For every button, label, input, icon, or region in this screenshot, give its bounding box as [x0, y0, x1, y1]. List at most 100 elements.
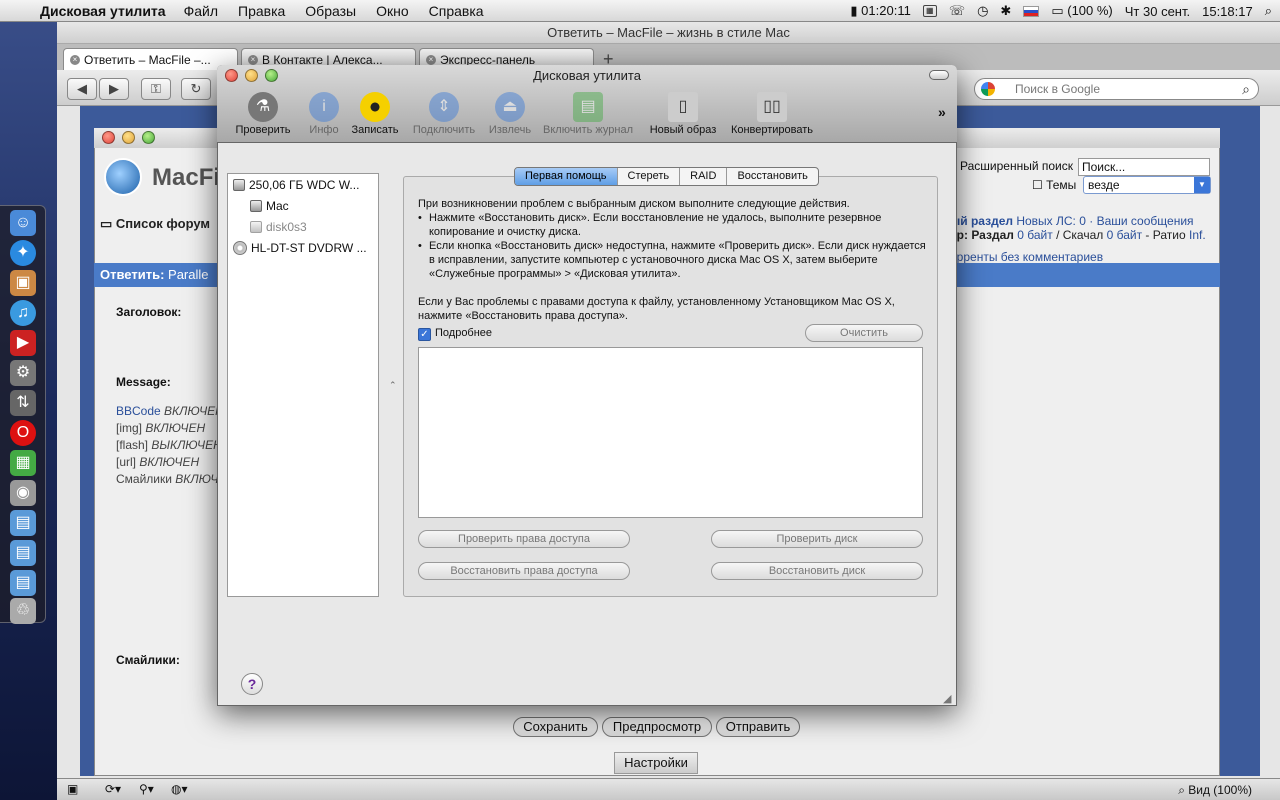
volume-icon	[250, 200, 262, 212]
app-icon[interactable]: ▦	[10, 450, 36, 476]
disk-list[interactable]: 250,06 ГБ WDC W... Mac disk0s3 HL-DT-ST …	[227, 173, 379, 597]
ratio-link[interactable]: Inf.	[1189, 228, 1206, 242]
reload-button[interactable]: ↻	[181, 78, 211, 100]
downloads-folder-icon[interactable]: ▤	[10, 570, 36, 596]
tab-erase[interactable]: Стереть	[618, 168, 681, 185]
forward-button[interactable]: ▶	[99, 78, 129, 100]
tool-info[interactable]: i Инфо	[302, 92, 346, 136]
back-button[interactable]: ◀	[67, 78, 97, 100]
uploaded-link[interactable]: 0 байт	[1017, 228, 1052, 242]
trash-icon[interactable]: ♲	[10, 598, 36, 624]
transmission-icon[interactable]: ⇅	[10, 390, 36, 416]
battery-status[interactable]: ▭ (100 %)	[1051, 3, 1112, 19]
verify-disk-button[interactable]: Проверить диск	[711, 530, 923, 548]
tool-mount[interactable]: ⇕ Подключить	[404, 92, 484, 136]
microscope-icon: ⚗	[248, 92, 278, 122]
menu-date[interactable]: Чт 30 сент.	[1125, 4, 1190, 19]
tab-raid[interactable]: RAID	[680, 168, 728, 185]
disk-utility-icon[interactable]: ◉	[10, 480, 36, 506]
section-link[interactable]: ый раздел	[950, 214, 1013, 228]
search-scope-select[interactable]: везде ▼	[1083, 176, 1211, 194]
zoom-level[interactable]: ⌕ Вид (100%)	[1178, 783, 1252, 798]
resize-grip-icon[interactable]: ◢	[943, 692, 951, 705]
finder-icon[interactable]: ☺	[10, 210, 36, 236]
documents-folder-icon[interactable]: ▤	[10, 540, 36, 566]
volume-item-disk0s3[interactable]: disk0s3	[250, 220, 307, 234]
tool-eject[interactable]: ⏏ Извлечь	[484, 92, 536, 136]
torrents-link[interactable]: орренты без комментариев	[950, 250, 1103, 264]
repair-permissions-button[interactable]: Восстановить права доступа	[418, 562, 630, 580]
new-pm-link[interactable]: Новых ЛС: 0	[1016, 214, 1086, 228]
settings-button[interactable]: Настройки	[614, 752, 698, 774]
macfile-logo-icon[interactable]	[104, 158, 142, 196]
tool-new-image[interactable]: ▯ Новый образ	[644, 92, 722, 136]
safari-icon[interactable]: ✦	[10, 240, 36, 266]
disk-item-dvd[interactable]: HL-DT-ST DVDRW ...	[233, 241, 367, 255]
my-posts-link[interactable]: · Ваши сообщения	[1089, 214, 1193, 228]
menu-file[interactable]: Файл	[184, 3, 218, 19]
tab-restore[interactable]: Восстановить	[727, 168, 817, 185]
zoom-icon[interactable]	[142, 131, 155, 144]
details-checkbox[interactable]: ✓	[418, 328, 431, 341]
du-title: Дисковая утилита	[533, 68, 641, 83]
close-tab-icon[interactable]: ×	[70, 54, 80, 65]
bluetooth-icon[interactable]: ✱	[1000, 3, 1011, 19]
phone-icon[interactable]: ☏	[949, 3, 965, 19]
forum-search-input[interactable]: Поиск...	[1078, 158, 1210, 176]
tool-burn[interactable]: Записать	[347, 92, 403, 136]
iphoto-icon[interactable]: ▣	[10, 270, 36, 296]
sync-icon[interactable]: ⟳▾	[105, 782, 121, 796]
spaces-icon[interactable]: ▦	[922, 5, 937, 17]
toolbar-overflow-icon[interactable]: »	[938, 104, 946, 120]
tool-verify[interactable]: ⚗ Проверить	[228, 92, 298, 136]
menu-edit[interactable]: Правка	[238, 3, 285, 19]
battery-time[interactable]: ▮ 01:20:11	[850, 3, 910, 19]
bbcode-link[interactable]: BBCode	[116, 404, 161, 418]
opera-icon[interactable]: O	[10, 420, 36, 446]
send-button[interactable]: Отправить	[716, 717, 800, 737]
spotlight-icon[interactable]: ⌕	[1265, 3, 1272, 19]
verify-permissions-button[interactable]: Проверить права доступа	[418, 530, 630, 548]
preview-button[interactable]: Предпросмотр	[602, 717, 712, 737]
volume-item-mac[interactable]: Mac	[250, 199, 289, 213]
clear-button[interactable]: Очистить	[805, 324, 923, 342]
time-machine-icon[interactable]: ◷	[977, 3, 988, 19]
tool-convert[interactable]: ▯▯ Конвертировать	[726, 92, 818, 136]
help-button[interactable]: ?	[241, 673, 263, 695]
menu-images[interactable]: Образы	[305, 3, 356, 19]
splitter-handle[interactable]: ⌃	[389, 380, 397, 391]
applications-folder-icon[interactable]: ▤	[10, 510, 36, 536]
search-icon[interactable]: ⌕	[1242, 79, 1250, 99]
browser-tab-reply[interactable]: × Ответить – MacFile –...	[63, 48, 238, 70]
close-tab-icon[interactable]: ×	[426, 54, 436, 65]
save-button[interactable]: Сохранить	[513, 717, 598, 737]
globe-icon[interactable]: ◍▾	[171, 782, 188, 796]
advanced-search-link[interactable]: Расширенный поиск	[960, 159, 1073, 173]
close-icon[interactable]	[102, 131, 115, 144]
tab-first-aid[interactable]: Первая помощь	[515, 168, 618, 185]
details-label[interactable]: Подробнее	[435, 327, 492, 339]
menu-help[interactable]: Справка	[429, 3, 484, 19]
close-tab-icon[interactable]: ×	[248, 54, 258, 65]
disk-item-wdc[interactable]: 250,06 ГБ WDC W...	[233, 178, 359, 192]
preferences-icon[interactable]: ⚙	[10, 360, 36, 386]
themes-checkbox[interactable]: ☐ Темы	[1032, 178, 1076, 192]
turbo-icon[interactable]: ⚲▾	[139, 782, 154, 796]
menu-window[interactable]: Окно	[376, 3, 409, 19]
panel-toggle-icon[interactable]: ▣	[67, 782, 78, 796]
menu-app-name[interactable]: Дисковая утилита	[40, 3, 166, 19]
tool-journal[interactable]: ▤ Включить журнал	[538, 92, 638, 136]
downloaded-link[interactable]: 0 байт	[1107, 228, 1142, 242]
minimize-icon[interactable]	[122, 131, 135, 144]
forum-list-link[interactable]: ▭ Список форум	[100, 216, 210, 232]
itunes-icon[interactable]: ♫	[10, 300, 36, 326]
repair-disk-button[interactable]: Восстановить диск	[711, 562, 923, 580]
key-icon[interactable]: ⚿	[141, 78, 171, 100]
log-output[interactable]	[418, 347, 923, 518]
menu-clock[interactable]: 15:18:17	[1202, 4, 1253, 19]
toolbar-toggle-button[interactable]	[929, 70, 949, 80]
macfile-logo-text[interactable]: MacFi	[152, 164, 220, 192]
imovie-icon[interactable]: ▶	[10, 330, 36, 356]
google-search-input[interactable]: Поиск в Google ⌕	[974, 78, 1259, 100]
flag-ru-icon[interactable]	[1023, 5, 1040, 17]
